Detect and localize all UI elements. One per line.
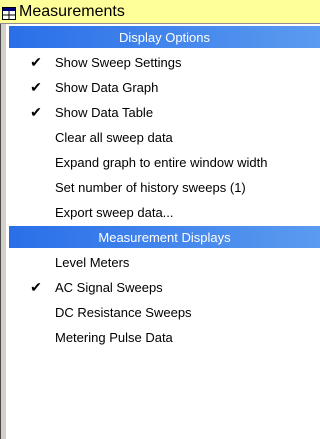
menu-left-bar	[0, 24, 9, 439]
menu-item-set-history-sweeps[interactable]: Set number of history sweeps (1)	[9, 175, 320, 200]
window-icon	[2, 5, 16, 20]
menu-item-export-sweep-data[interactable]: Export sweep data...	[9, 200, 320, 225]
menu-title-bar: Measurements	[0, 0, 320, 24]
menu-item-label: Set number of history sweeps (1)	[55, 180, 246, 195]
menu-item-clear-sweep-data[interactable]: Clear all sweep data	[9, 125, 320, 150]
menu-item-show-sweep-settings[interactable]: ✔ Show Sweep Settings	[9, 50, 320, 75]
section-header-measurement-displays: Measurement Displays	[9, 226, 320, 248]
menu-item-label: Show Data Graph	[55, 80, 159, 95]
check-icon: ✔	[30, 279, 42, 295]
menu-item-label: Metering Pulse Data	[55, 330, 173, 345]
menu-item-label: Clear all sweep data	[55, 130, 173, 145]
check-icon: ✔	[30, 54, 42, 70]
menu-item-show-data-graph[interactable]: ✔ Show Data Graph	[9, 75, 320, 100]
menu-item-label: Export sweep data...	[55, 205, 174, 220]
menu-item-ac-signal-sweeps[interactable]: ✔ AC Signal Sweeps	[9, 275, 320, 300]
menu-item-level-meters[interactable]: Level Meters	[9, 250, 320, 275]
context-menu: Measurements Display Options ✔ Show Swee…	[0, 0, 320, 439]
check-icon: ✔	[30, 79, 42, 95]
menu-item-dc-resistance-sweeps[interactable]: DC Resistance Sweeps	[9, 300, 320, 325]
menu-title: Measurements	[19, 2, 125, 20]
check-icon: ✔	[30, 104, 42, 120]
menu-item-label: Show Sweep Settings	[55, 55, 182, 70]
menu-item-label: Level Meters	[55, 255, 130, 270]
menu-item-expand-graph[interactable]: Expand graph to entire window width	[9, 150, 320, 175]
menu-item-label: Show Data Table	[55, 105, 154, 120]
menu-item-label: AC Signal Sweeps	[55, 280, 163, 295]
menu-item-label: Expand graph to entire window width	[55, 155, 268, 170]
menu-item-label: DC Resistance Sweeps	[55, 305, 192, 320]
section-header-display-options: Display Options	[9, 26, 320, 48]
menu-item-metering-pulse-data[interactable]: Metering Pulse Data	[9, 325, 320, 350]
menu-item-show-data-table[interactable]: ✔ Show Data Table	[9, 100, 320, 125]
